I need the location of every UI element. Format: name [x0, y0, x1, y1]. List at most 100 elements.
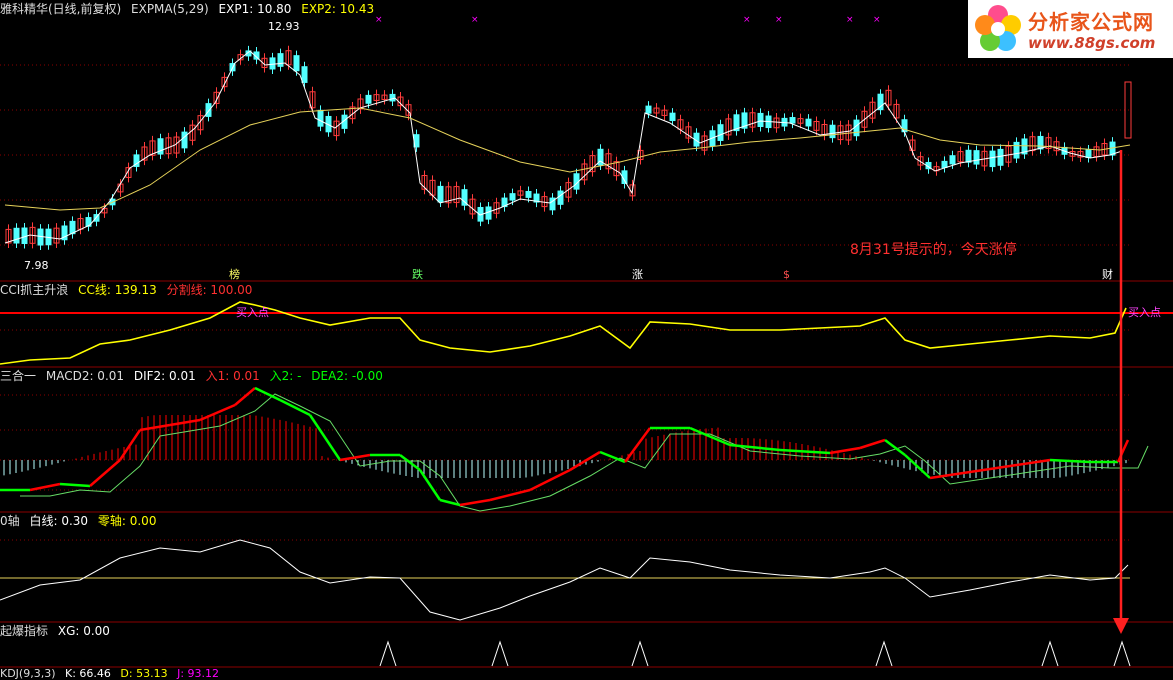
top-x-marker: ×: [775, 15, 783, 25]
candle-body: [941, 160, 948, 169]
candle-body: [557, 190, 564, 205]
event-marker-dollar: $: [783, 268, 790, 281]
candlestick-series: [5, 45, 1132, 251]
white-oscillator-line: [0, 539, 1129, 621]
zero-title: 0轴: [0, 514, 20, 528]
xg-signal-spike: [1113, 640, 1131, 667]
top-x-marker: ×: [471, 15, 479, 25]
candle-body: [973, 150, 980, 165]
annotation-text: 8月31号提示的，今天涨停: [850, 241, 1017, 258]
flower-logo-icon: [975, 5, 1021, 51]
exp2-line: [4, 107, 1131, 211]
xg-panel-header: 起爆指标 XG: 0.00: [0, 623, 116, 639]
kdj-title: KDJ(9,3,3): [0, 667, 56, 680]
white-line-value: 白线: 0.30: [29, 514, 89, 528]
candle-body: [1085, 149, 1092, 159]
candle-body: [965, 149, 972, 163]
dif-line-segment: [829, 446, 861, 455]
candle-body: [1013, 141, 1020, 159]
candle-body: [805, 118, 812, 127]
dif-line-segment: [459, 498, 491, 507]
dif-line-segment: [859, 438, 886, 450]
candle-body: [717, 124, 724, 141]
site-logo[interactable]: 分析家公式网 www.88gs.com: [968, 0, 1173, 58]
main-panel-header: 雅科精华(日线,前复权) EXPMA(5,29) EXP1: 10.80 EXP…: [0, 1, 380, 17]
top-x-marker: ×: [873, 15, 881, 25]
event-marker-zhang: 涨: [632, 268, 643, 281]
candle-body: [829, 124, 836, 139]
zero-line-value: 零轴: 0.00: [97, 514, 157, 528]
candle-body: [205, 103, 212, 117]
candle-body: [997, 148, 1004, 166]
cci-title: CCI抓主升浪: [0, 283, 69, 297]
chart-canvas[interactable]: × × × × × × 8月31号提示的，今天涨停 12.93 7.98 榜 跌 涨 $ …: [0, 0, 1173, 678]
kdj-panel-header: KDJ(9,3,3) K: 66.46 D: 53.13 J: 93.12: [0, 668, 225, 680]
buy-point-label-1: 买入点: [236, 306, 269, 319]
xg-title: 起爆指标: [0, 624, 49, 638]
dea2-value: DEA2: -0.00: [311, 369, 383, 383]
cci-line: [0, 301, 1127, 365]
k-value: K: 66.46: [65, 667, 111, 680]
event-marker-bang: 榜: [229, 267, 240, 281]
candle-body: [317, 109, 324, 127]
split-line-value: 分割线: 100.00: [166, 283, 253, 297]
dif-line-segment: [29, 482, 61, 492]
xg-signal-spike: [631, 640, 649, 667]
dif-line-segment: [59, 482, 91, 488]
candle-body: [949, 155, 956, 165]
candle-body: [365, 94, 372, 104]
candle-body: [645, 105, 652, 114]
xg-signal-spike: [875, 640, 893, 667]
dif-line-segment: [308, 414, 342, 461]
dif-line-segment: [279, 398, 311, 417]
dif2-value: DIF2: 0.01: [133, 369, 196, 383]
exp1-line: [4, 50, 1123, 244]
dif-line-segment: [489, 488, 531, 502]
dif-line-segment: [779, 448, 831, 455]
dif-line-segment: [1116, 439, 1130, 463]
top-x-marker: ×: [743, 15, 751, 25]
xg-signal-spike: [379, 640, 397, 667]
candle-body: [181, 131, 188, 149]
dea-line: [20, 393, 1149, 512]
candle-body: [853, 119, 860, 137]
candle-body: [525, 190, 532, 198]
stock-title: 雅科精华(日线,前复权): [0, 2, 122, 16]
indicator-name: EXPMA(5,29): [131, 2, 209, 16]
candle-body: [269, 57, 276, 70]
xg-value: XG: 0.00: [57, 624, 110, 638]
in1-value: 入1: 0.01: [205, 369, 260, 383]
high-price-marker: 12.93: [268, 20, 300, 33]
xg-signal-spike: [491, 640, 509, 667]
indicator-lines: [0, 50, 1173, 667]
site-name: 分析家公式网: [1028, 10, 1154, 34]
candle-body: [293, 55, 300, 72]
event-marker-die: 跌: [412, 267, 423, 281]
candle-body: [389, 93, 396, 102]
xg-signal-spike: [1041, 640, 1059, 667]
candle-body: [13, 227, 20, 244]
dif-line-segment: [234, 387, 256, 406]
candle-body: [989, 150, 996, 168]
top-x-marker: ×: [846, 15, 854, 25]
cc-line-value: CC线: 139.13: [78, 283, 157, 297]
dif-line-segment: [689, 426, 731, 447]
candle-body: [669, 112, 676, 122]
candle-body: [277, 53, 284, 67]
low-price-marker: 7.98: [24, 259, 49, 272]
in2-value: 入2: -: [269, 369, 302, 383]
d-value: D: 53.13: [120, 667, 168, 680]
dif-line-segment: [89, 459, 121, 487]
cci-panel-header: CCI抓主升浪 CC线: 139.13 分割线: 100.00: [0, 282, 258, 298]
candle-body: [789, 117, 796, 124]
macd-panel-header: 三合一 MACD2: 0.01 DIF2: 0.01 入1: 0.01 入2: …: [0, 368, 389, 384]
zero-panel-header: 0轴 白线: 0.30 零轴: 0.00: [0, 513, 162, 529]
dif-line-segment: [884, 439, 906, 456]
annotation-arrow: [1113, 150, 1129, 634]
dif-line-segment: [904, 454, 931, 479]
candle-body: [509, 193, 516, 201]
dif-line-segment: [199, 403, 236, 422]
dif-line-segment: [254, 386, 281, 402]
j-value: J: 93.12: [177, 667, 220, 680]
candle-body: [757, 112, 764, 127]
